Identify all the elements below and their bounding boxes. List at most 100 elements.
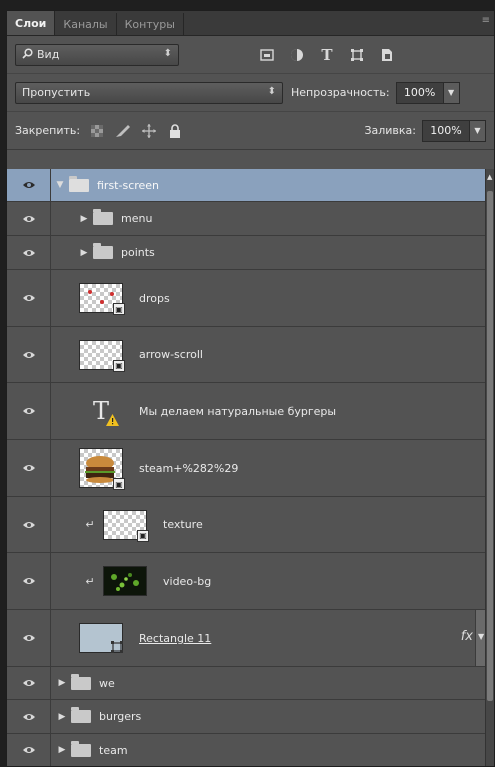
folder-icon: [93, 243, 113, 259]
expand-triangle-icon[interactable]: ▶: [57, 678, 67, 688]
pixel-filter-icon[interactable]: [259, 47, 275, 63]
layer-row-arrow-scroll[interactable]: ▣ arrow-scroll: [7, 327, 487, 383]
lock-all-icon[interactable]: [166, 122, 184, 140]
visibility-toggle[interactable]: [7, 169, 51, 201]
smart-object-filter-icon[interactable]: [379, 47, 395, 63]
tab-channels[interactable]: Каналы: [55, 13, 117, 35]
shape-filter-icon[interactable]: [349, 47, 365, 63]
type-filter-icon[interactable]: T: [319, 46, 335, 64]
layer-name[interactable]: steam+%282%29: [139, 462, 238, 475]
eye-icon: [22, 635, 35, 641]
layer-name[interactable]: we: [99, 677, 115, 690]
vector-shape-icon: [111, 641, 123, 653]
tab-layers[interactable]: Слои: [7, 11, 56, 35]
eye-icon: [22, 351, 35, 358]
chevron-updown-icon: ⬍: [267, 85, 276, 97]
visibility-toggle[interactable]: [7, 553, 51, 609]
layer-row-drops[interactable]: ▣ drops: [7, 270, 487, 327]
folder-icon: [69, 175, 89, 192]
scroll-up-icon[interactable]: ▲: [487, 173, 492, 181]
lock-transparent-pixels-icon[interactable]: [88, 122, 106, 140]
folder-icon: [71, 740, 91, 757]
layer-row-we[interactable]: ▶ we: [7, 667, 487, 700]
clipping-mask-icon: ↵: [85, 518, 95, 531]
expand-triangle-icon[interactable]: ▶: [79, 248, 89, 258]
layer-name[interactable]: arrow-scroll: [139, 348, 203, 361]
opacity-slider-toggle[interactable]: ▼: [443, 81, 460, 104]
warning-icon: [106, 414, 119, 426]
fill-label: Заливка:: [364, 124, 416, 137]
layers-list: ▼ first-screen ▶ menu ▶ points ▣ drops ▣…: [7, 169, 487, 766]
adjustment-filter-icon[interactable]: [289, 47, 305, 63]
chevron-updown-icon: ⬍: [163, 47, 172, 59]
layer-row-burgers[interactable]: ▶ burgers: [7, 700, 487, 734]
blend-mode-select[interactable]: Пропустить ⬍: [15, 81, 283, 104]
layer-name[interactable]: menu: [121, 212, 152, 225]
expand-triangle-icon[interactable]: ▶: [79, 214, 89, 224]
visibility-toggle[interactable]: [7, 734, 51, 766]
blend-mode-label: Пропустить: [22, 86, 91, 99]
opacity-input[interactable]: 100%: [395, 81, 444, 104]
lock-image-pixels-icon[interactable]: [114, 122, 132, 140]
chevron-down-icon: ▼: [478, 632, 485, 641]
layer-name[interactable]: points: [121, 246, 155, 259]
layer-effects-icon[interactable]: fx: [461, 629, 473, 644]
eye-icon: [22, 680, 35, 686]
visibility-toggle[interactable]: [7, 667, 51, 699]
eye-icon: [22, 182, 35, 188]
layer-row-text[interactable]: T Мы делаем натуральные бургеры: [7, 383, 487, 440]
visibility-toggle[interactable]: [7, 700, 51, 733]
visibility-toggle[interactable]: [7, 202, 51, 235]
video-frame-image: [111, 573, 139, 591]
layer-name[interactable]: texture: [163, 518, 203, 531]
layer-name[interactable]: Мы делаем натуральные бургеры: [139, 405, 336, 418]
layer-name[interactable]: drops: [139, 292, 170, 305]
layer-thumbnail: ▣: [79, 283, 125, 315]
fill-input[interactable]: 100%: [422, 119, 470, 142]
layer-thumbnail: ▣: [79, 339, 125, 372]
layer-name[interactable]: burgers: [99, 710, 141, 723]
fill-slider-toggle[interactable]: ▼: [470, 119, 486, 142]
smart-object-icon: ▣: [113, 478, 125, 490]
layer-row-texture[interactable]: ↵ ▣ texture: [7, 497, 487, 553]
blend-row: Пропустить ⬍ Непрозрачность: 100% ▼: [7, 74, 494, 112]
layer-thumbnail: ▣: [103, 509, 149, 542]
lock-position-icon[interactable]: [140, 122, 158, 140]
expand-triangle-icon[interactable]: ▶: [57, 712, 67, 722]
eye-icon: [22, 521, 35, 528]
visibility-toggle[interactable]: [7, 383, 51, 439]
layer-row-points[interactable]: ▶ points: [7, 236, 487, 270]
layer-name[interactable]: team: [99, 744, 128, 757]
visibility-toggle[interactable]: [7, 497, 51, 552]
text-layer-icon: T: [79, 396, 123, 426]
visibility-toggle[interactable]: [7, 327, 51, 382]
visibility-toggle[interactable]: [7, 610, 51, 666]
expand-triangle-icon[interactable]: ▶: [57, 745, 67, 755]
layer-row-team[interactable]: ▶ team: [7, 734, 487, 766]
filter-icons: T: [259, 46, 395, 64]
eye-icon: [22, 215, 35, 222]
layer-name[interactable]: video-bg: [163, 575, 211, 588]
layer-name[interactable]: first-screen: [97, 179, 159, 192]
layer-row-video-bg[interactable]: ↵ video-bg: [7, 553, 487, 610]
layers-scrollbar[interactable]: ▲: [485, 169, 494, 766]
layer-row-first-screen[interactable]: ▼ first-screen: [7, 169, 487, 202]
scrollbar-thumb[interactable]: [487, 191, 493, 701]
smart-object-icon: ▣: [113, 359, 125, 372]
shape-thumbnail: [79, 623, 123, 653]
search-icon: [22, 47, 33, 62]
visibility-toggle[interactable]: [7, 440, 51, 496]
layer-row-steam[interactable]: ▣ steam+%282%29: [7, 440, 487, 497]
layers-panel: Слои Каналы Контуры ≡ Вид ⬍ T Пропустить…: [6, 10, 495, 767]
visibility-toggle[interactable]: [7, 236, 51, 269]
layer-name[interactable]: Rectangle 11: [139, 632, 211, 645]
clipping-mask-icon: ↵: [85, 574, 95, 588]
layer-row-rectangle[interactable]: Rectangle 11 fx ▼: [7, 610, 487, 667]
tab-paths[interactable]: Контуры: [117, 13, 184, 35]
layer-row-menu[interactable]: ▶ menu: [7, 202, 487, 236]
filter-kind-label: Вид: [37, 48, 60, 61]
expand-triangle-icon[interactable]: ▼: [55, 180, 65, 190]
panel-menu-icon[interactable]: ≡: [482, 15, 490, 26]
filter-kind-select[interactable]: Вид ⬍: [15, 43, 179, 66]
visibility-toggle[interactable]: [7, 270, 51, 326]
